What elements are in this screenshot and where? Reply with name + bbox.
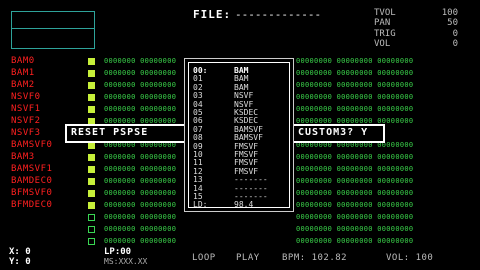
track-name[interactable]: BAM1 (11, 68, 35, 78)
param-value[interactable]: 0 (410, 39, 458, 49)
pattern-steps-right[interactable]: 00000000 00000000 00000000 (296, 213, 413, 221)
track-mute-toggle[interactable] (88, 178, 95, 185)
cursor-y-readout: Y: 0 (9, 257, 31, 267)
reset-prompt-text: RESET PSPSE (71, 127, 149, 138)
track-mute-toggle[interactable] (88, 70, 95, 77)
pattern-steps-right[interactable]: 00000000 00000000 00000000 (296, 105, 413, 113)
pattern-steps-right[interactable]: 00000000 00000000 00000000 (296, 57, 413, 65)
track-name[interactable]: BAMDEC0 (11, 176, 52, 186)
track-name[interactable]: BAM3 (11, 152, 35, 162)
pattern-steps-right[interactable]: 00000000 00000000 00000000 (296, 237, 413, 245)
param-value[interactable]: 50 (410, 18, 458, 28)
instrument-list-popup: 00: BAM 01 BAM 02 BAM 03 NSVF 04 NSVF 05 KSDEC 06 KSD… (184, 58, 294, 212)
track-name[interactable]: BAM0 (11, 56, 35, 66)
track-name[interactable]: NSVF2 (11, 116, 41, 126)
track-name[interactable]: NSVF3 (11, 128, 41, 138)
volume-readout[interactable]: VOL: 100 (386, 253, 433, 263)
loop-point-readout: LP:00 (104, 247, 132, 257)
track-mute-toggle[interactable] (88, 82, 95, 89)
loop-button[interactable]: LOOP (192, 253, 216, 263)
pattern-steps-left[interactable]: 0000000 00000000 (104, 105, 176, 113)
track-mute-toggle[interactable] (88, 106, 95, 113)
track-name[interactable]: BFMSVF0 (11, 188, 52, 198)
list-item-number[interactable]: LD: (193, 200, 207, 209)
track-name[interactable]: NSVF0 (11, 92, 41, 102)
track-name[interactable]: BAMSVF1 (11, 164, 52, 174)
list-item-label[interactable]: 98.4 (234, 200, 253, 209)
param-label: VOL (374, 39, 391, 49)
pattern-steps-right[interactable]: 00000000 00000000 00000000 (296, 189, 413, 197)
pattern-steps-left[interactable]: 0000000 00000000 (104, 93, 176, 101)
pattern-steps-right[interactable]: 00000000 00000000 00000000 (296, 225, 413, 233)
track-mute-toggle[interactable] (88, 154, 95, 161)
track-mute-toggle[interactable] (88, 226, 95, 233)
top-left-box-divider (12, 28, 94, 29)
file-name-field[interactable]: ------------- (235, 8, 321, 21)
pattern-steps-right[interactable]: 00000000 00000000 00000000 (296, 165, 413, 173)
param-label: TRIG (374, 29, 396, 39)
param-label: PAN (374, 18, 391, 28)
pattern-steps-right[interactable]: 00000000 00000000 00000000 (296, 201, 413, 209)
pattern-steps-left[interactable]: 0000000 00000000 (104, 165, 176, 173)
ms-readout: MS:XXX.XX (104, 257, 148, 266)
param-value[interactable]: 100 (410, 8, 458, 18)
pattern-steps-right[interactable]: 00000000 00000000 00000000 (296, 153, 413, 161)
pattern-steps-right[interactable]: 00000000 00000000 00000000 (296, 69, 413, 77)
param-label: TVOL (374, 8, 396, 18)
param-value[interactable]: 0 (410, 29, 458, 39)
track-name[interactable]: BFMDEC0 (11, 200, 52, 210)
pattern-steps-left[interactable]: 0000000 00000000 (104, 177, 176, 185)
track-mute-toggle[interactable] (88, 214, 95, 221)
track-mute-toggle[interactable] (88, 166, 95, 173)
track-name[interactable]: BAM2 (11, 80, 35, 90)
track-mute-toggle[interactable] (88, 142, 95, 149)
instrument-list-frame: 00: BAM 01 BAM 02 BAM 03 NSVF 04 NSVF 05 KSDEC 06 KSD… (188, 62, 290, 209)
cursor-x-readout: X: 0 (9, 247, 31, 257)
track-mute-toggle[interactable] (88, 238, 95, 245)
pattern-steps-right[interactable]: 00000000 00000000 00000000 (296, 177, 413, 185)
track-mute-toggle[interactable] (88, 202, 95, 209)
track-name[interactable]: BAMSVF0 (11, 140, 52, 150)
pattern-steps-right[interactable]: 00000000 00000000 00000000 (296, 93, 413, 101)
pattern-steps-left[interactable]: 0000000 00000000 (104, 225, 176, 233)
pattern-steps-right[interactable]: 00000000 00000000 00000000 (296, 81, 413, 89)
top-left-box (11, 11, 95, 49)
pattern-steps-left[interactable]: 0000000 00000000 (104, 69, 176, 77)
pattern-steps-left[interactable]: 0000000 00000000 (104, 237, 176, 245)
track-mute-toggle[interactable] (88, 190, 95, 197)
play-button[interactable]: PLAY (236, 253, 260, 263)
confirm-prompt-text[interactable]: CUSTOM3? Y (298, 127, 368, 138)
pattern-steps-left[interactable]: 0000000 00000000 (104, 81, 176, 89)
track-mute-toggle[interactable] (88, 94, 95, 101)
pattern-steps-left[interactable]: 0000000 00000000 (104, 201, 176, 209)
pattern-steps-left[interactable]: 0000000 00000000 (104, 57, 176, 65)
file-label: FILE: (193, 8, 232, 21)
pattern-steps-left[interactable]: 0000000 00000000 (104, 153, 176, 161)
pattern-steps-left[interactable]: 0000000 00000000 (104, 189, 176, 197)
bpm-readout[interactable]: BPM: 102.82 (282, 253, 347, 263)
pattern-steps-left[interactable]: 0000000 00000000 (104, 213, 176, 221)
track-mute-toggle[interactable] (88, 58, 95, 65)
track-name[interactable]: NSVF1 (11, 104, 41, 114)
